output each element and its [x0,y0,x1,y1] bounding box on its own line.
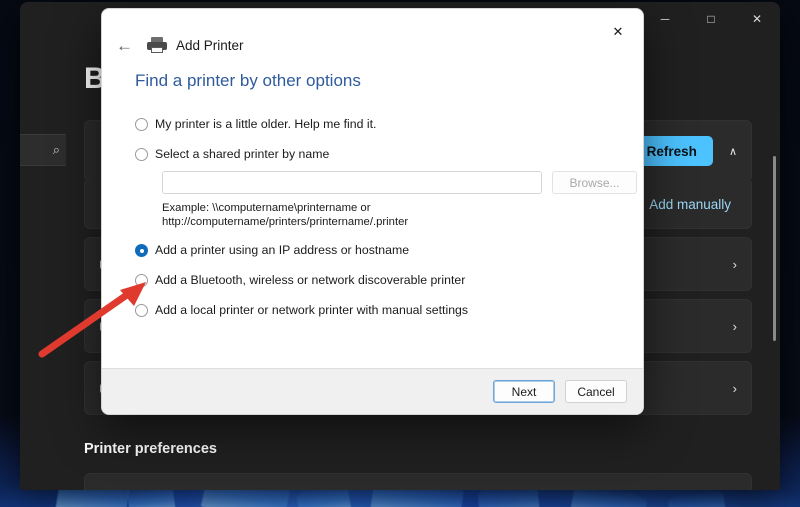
dialog-header: ← Add Printer [102,9,643,54]
shared-printer-subsection: Browse... Example: \\computername\printe… [162,171,643,229]
option-bluetooth-wireless-network[interactable]: Add a Bluetooth, wireless or network dis… [135,273,643,288]
option-local-or-network-manual[interactable]: Add a local printer or network printer w… [135,303,643,318]
annotation-arrow [38,282,146,358]
option-ip-address-or-hostname[interactable]: Add a printer using an IP address or hos… [135,243,643,258]
chevron-right-icon[interactable]: › [733,319,737,334]
default-printer-row: Allow Windows to manage my default print… [84,473,752,490]
shared-printer-example: Example: \\computername\printername or h… [162,201,643,229]
printer-preferences-heading: Printer preferences [84,441,217,457]
option-shared-printer-by-name[interactable]: Select a shared printer by name [135,147,643,162]
option-label: Add a Bluetooth, wireless or network dis… [155,273,466,287]
add-printer-dialog: ✕ ← Add Printer Find a printer by other … [101,8,644,415]
settings-sidebar: ⌕ [20,36,70,490]
option-label: Add a printer using an IP address or hos… [155,243,410,257]
cancel-button[interactable]: Cancel [565,380,627,403]
search-icon: ⌕ [52,142,60,157]
browse-button[interactable]: Browse... [552,171,637,194]
add-manually-link[interactable]: Add manually [649,197,731,212]
window-controls: ─ □ ✕ [642,2,780,35]
dialog-title: Add Printer [176,37,244,53]
dialog-close-button[interactable]: ✕ [601,17,635,47]
maximize-button[interactable]: □ [688,2,734,35]
radio-shared-printer-by-name[interactable] [135,148,148,161]
chevron-up-icon[interactable]: ∧ [729,145,737,158]
chevron-right-icon[interactable]: › [733,381,737,396]
printer-icon [147,36,167,54]
next-button[interactable]: Next [493,380,555,403]
dialog-footer: Next Cancel [102,368,643,414]
option-older-printer[interactable]: My printer is a little older. Help me fi… [135,117,643,132]
minimize-button[interactable]: ─ [642,2,688,35]
example-line-2: http://computername/printers/printername… [162,216,409,228]
search-input[interactable]: ⌕ [20,134,70,166]
close-window-button[interactable]: ✕ [734,2,780,35]
option-label: My printer is a little older. Help me fi… [155,117,377,131]
back-arrow-icon[interactable]: ← [116,37,133,54]
shared-printer-name-input[interactable] [162,171,542,194]
option-label: Select a shared printer by name [155,147,330,161]
example-line-1: Example: \\computername\printername or [162,202,371,214]
content-scrollbar[interactable] [773,156,776,341]
radio-ip-address-or-hostname[interactable] [135,244,148,257]
chevron-right-icon[interactable]: › [733,257,737,272]
printer-options-group: My printer is a little older. Help me fi… [135,117,643,318]
radio-older-printer[interactable] [135,118,148,131]
dialog-heading: Find a printer by other options [135,71,361,90]
option-label: Add a local printer or network printer w… [155,303,469,317]
